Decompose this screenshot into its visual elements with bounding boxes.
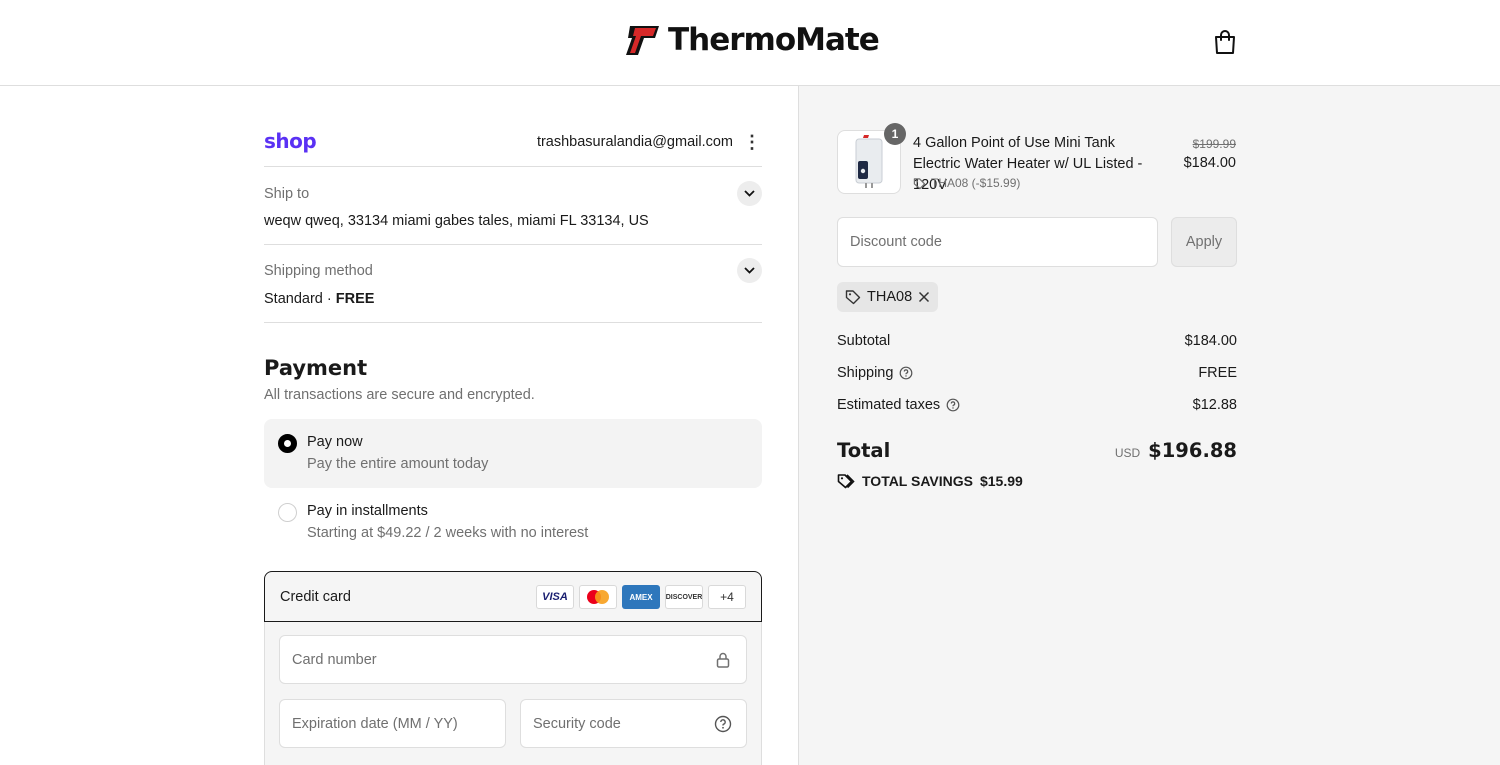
product-discount: THA08 (-$15.99) bbox=[913, 176, 1020, 190]
expiration-field[interactable] bbox=[279, 699, 506, 748]
shipping-label: Shipping bbox=[837, 365, 894, 381]
shipping-method-label: Shipping method bbox=[264, 263, 373, 279]
subtotal-value: $184.00 bbox=[1184, 333, 1237, 349]
credit-card-fields bbox=[264, 622, 762, 765]
card-number-input[interactable] bbox=[280, 636, 746, 683]
account-email: trashbasuralandia@gmail.com bbox=[536, 134, 733, 150]
brand-logo[interactable]: ThermoMate bbox=[622, 22, 880, 58]
total-value: $196.88 bbox=[1148, 439, 1237, 462]
taxes-value: $12.88 bbox=[1192, 397, 1237, 413]
shipping-row: Shipping FREE bbox=[837, 365, 1237, 381]
security-code-input[interactable] bbox=[521, 700, 746, 747]
ship-to-address: weqw qweq, 33134 miami gabes tales, miam… bbox=[264, 213, 649, 229]
help-circle-icon[interactable] bbox=[946, 398, 960, 412]
radio-installments[interactable] bbox=[278, 503, 297, 522]
original-price: $199.99 bbox=[1192, 137, 1236, 151]
security-code-field[interactable] bbox=[520, 699, 747, 748]
radio-pay-now[interactable] bbox=[278, 434, 297, 453]
thermomate-logo-icon bbox=[626, 26, 659, 55]
shipping-method-value: Standard · FREE bbox=[264, 291, 374, 307]
shipping-value: FREE bbox=[1198, 365, 1237, 381]
discount-code-field[interactable] bbox=[837, 217, 1158, 267]
option-title: Pay in installments bbox=[307, 503, 428, 519]
card-number-field[interactable] bbox=[279, 635, 747, 684]
close-icon bbox=[919, 291, 930, 303]
shipping-method-price: FREE bbox=[335, 291, 375, 307]
payment-title: Payment bbox=[264, 356, 368, 380]
payment-subtitle: All transactions are secure and encrypte… bbox=[264, 387, 535, 403]
apply-discount-button[interactable]: Apply bbox=[1171, 217, 1237, 267]
tag-icon bbox=[913, 177, 926, 189]
card-brands: VISA AMEX DISCOVER +4 bbox=[536, 585, 746, 609]
subtotal-label: Subtotal bbox=[837, 333, 891, 349]
option-subtitle: Starting at $49.22 / 2 weeks with no int… bbox=[307, 525, 589, 541]
shop-pay-logo: shop bbox=[264, 129, 317, 153]
account-row: trashbasuralandia@gmail.com ⋮ bbox=[536, 133, 761, 151]
payment-option-pay-now[interactable]: Pay now Pay the entire amount today bbox=[264, 419, 762, 488]
more-options-icon[interactable]: ⋮ bbox=[743, 133, 761, 151]
brand-name: ThermoMate bbox=[668, 22, 880, 58]
taxes-label: Estimated taxes bbox=[837, 397, 941, 413]
total-savings: TOTAL SAVINGS $15.99 bbox=[837, 473, 1023, 489]
shipping-method-expand-button[interactable] bbox=[737, 258, 762, 283]
shipping-method-separator: · bbox=[322, 291, 336, 307]
total-label: Total bbox=[837, 439, 891, 462]
visa-icon: VISA bbox=[536, 585, 574, 609]
tag-icon bbox=[845, 290, 861, 305]
amex-icon: AMEX bbox=[622, 585, 660, 609]
order-summary-column: 1 4 Gallon Point of Use Mini Tank Electr… bbox=[799, 86, 1500, 765]
applied-discount-code: THA08 bbox=[867, 289, 913, 305]
item-price: $184.00 bbox=[1183, 155, 1236, 171]
taxes-row: Estimated taxes $12.88 bbox=[837, 397, 1237, 413]
discover-icon: DISCOVER bbox=[665, 585, 703, 609]
chevron-down-icon bbox=[744, 267, 755, 274]
ship-to-label: Ship to bbox=[264, 186, 310, 202]
lock-icon bbox=[716, 652, 730, 668]
total-savings-value: $15.99 bbox=[979, 473, 1023, 489]
quantity-badge: 1 bbox=[884, 123, 906, 145]
credit-card-label: Credit card bbox=[280, 589, 351, 605]
discount-code-input[interactable] bbox=[838, 218, 1157, 266]
remove-discount-button[interactable] bbox=[918, 291, 930, 303]
total-savings-label: TOTAL SAVINGS bbox=[862, 473, 973, 489]
currency-code: USD bbox=[1114, 446, 1141, 460]
subtotal-row: Subtotal $184.00 bbox=[837, 333, 1237, 349]
mastercard-icon bbox=[579, 585, 617, 609]
site-header: ThermoMate bbox=[0, 0, 1500, 86]
checkout-form-column: shop trashbasuralandia@gmail.com ⋮ Ship … bbox=[0, 86, 799, 765]
shipping-method-name: Standard bbox=[264, 291, 323, 307]
help-circle-icon[interactable] bbox=[899, 366, 913, 380]
chevron-down-icon bbox=[744, 190, 755, 197]
option-subtitle: Pay the entire amount today bbox=[307, 456, 489, 472]
more-cards-badge: +4 bbox=[708, 585, 746, 609]
shopping-bag-icon[interactable] bbox=[1212, 28, 1238, 56]
applied-discount-chip: THA08 bbox=[837, 282, 939, 312]
ship-to-expand-button[interactable] bbox=[737, 181, 762, 206]
payment-option-installments[interactable]: Pay in installments Starting at $49.22 /… bbox=[264, 488, 762, 557]
expiration-input[interactable] bbox=[280, 700, 505, 747]
total-row: Total USD $196.88 bbox=[837, 439, 1237, 462]
divider bbox=[264, 322, 762, 323]
product-discount-text: THA08 (-$15.99) bbox=[931, 176, 1021, 190]
divider bbox=[264, 244, 762, 245]
divider bbox=[264, 166, 762, 167]
option-title: Pay now bbox=[307, 434, 363, 450]
credit-card-method[interactable]: Credit card VISA AMEX DISCOVER +4 bbox=[264, 571, 762, 622]
tag-icon bbox=[837, 474, 855, 489]
help-circle-icon[interactable] bbox=[714, 715, 732, 733]
